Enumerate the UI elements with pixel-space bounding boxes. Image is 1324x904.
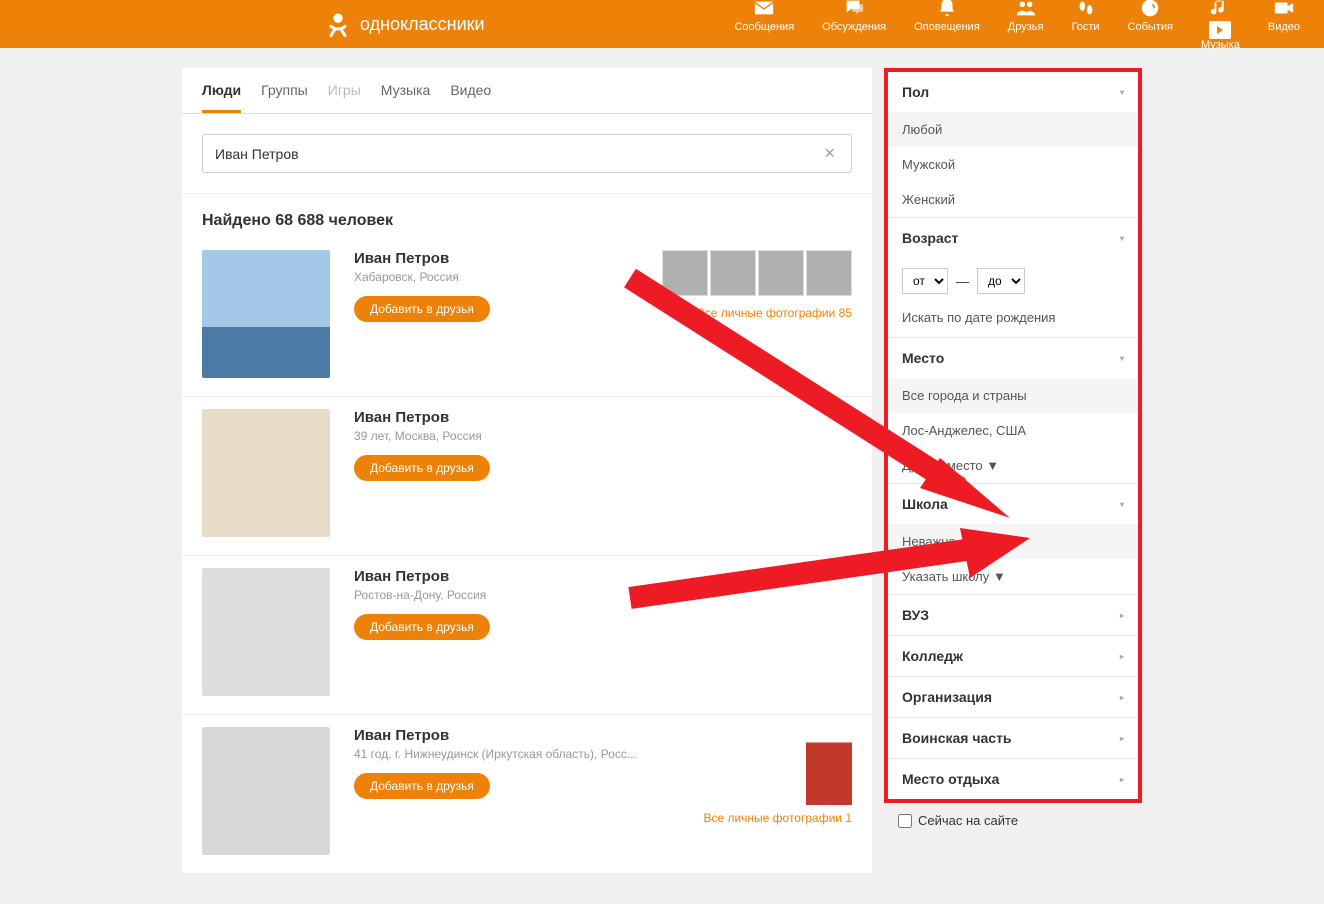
chevron-down-icon: ▾ <box>1120 234 1124 243</box>
result-location: 39 лет, Москва, Россия <box>354 429 852 443</box>
friends-icon <box>1015 0 1037 19</box>
online-now-checkbox[interactable] <box>898 814 912 828</box>
chevron-right-icon: ▸ <box>1120 611 1124 620</box>
logo[interactable]: одноклассники <box>324 10 485 38</box>
online-now-label: Сейчас на сайте <box>918 813 1018 828</box>
tab-music[interactable]: Музыка <box>381 82 431 113</box>
nav-discussions[interactable]: Обсуждения <box>822 0 886 51</box>
filter-school-any[interactable]: Неважно <box>888 524 1138 559</box>
filter-place: Место▾ Все города и страны Лос-Анджелес,… <box>888 338 1138 484</box>
filter-school: Школа▾ Неважно Указать школу ▼ <box>888 484 1138 595</box>
avatar[interactable] <box>202 250 330 378</box>
add-friend-button[interactable]: Добавить в друзья <box>354 296 490 322</box>
photo-thumb[interactable] <box>662 250 708 296</box>
chat-icon <box>843 0 865 19</box>
online-now-checkbox-row: Сейчас на сайте <box>884 803 1142 838</box>
logo-text: одноклассники <box>360 14 485 35</box>
result-name[interactable]: Иван Петров <box>354 727 852 744</box>
nav-video[interactable]: Видео <box>1268 0 1300 51</box>
result-row: Иван Петров 39 лет, Москва, Россия Добав… <box>182 397 872 556</box>
filter-gender: Пол▾ Любой Мужской Женский <box>888 72 1138 218</box>
filter-gender-female[interactable]: Женский <box>888 182 1138 217</box>
add-friend-button[interactable]: Добавить в друзья <box>354 455 490 481</box>
filter-place-head[interactable]: Место▾ <box>888 338 1138 378</box>
tab-video[interactable]: Видео <box>450 82 491 113</box>
nav-music[interactable]: Музыка <box>1201 0 1240 51</box>
search-box: × <box>202 134 852 173</box>
music-play-thumb <box>1209 21 1231 39</box>
footprints-icon <box>1075 0 1097 19</box>
nav-friends[interactable]: Друзья <box>1008 0 1044 51</box>
clear-icon[interactable]: × <box>820 143 839 164</box>
chevron-down-icon: ▾ <box>1120 88 1124 97</box>
result-row: Иван Петров 41 год, г. Нижнеудинск (Ирку… <box>182 715 872 874</box>
filter-school-head[interactable]: Школа▾ <box>888 484 1138 524</box>
result-row: Иван Петров Ростов-на-Дону, Россия Добав… <box>182 556 872 715</box>
top-nav: Сообщения Обсуждения Оповещения Друзья Г… <box>734 0 1300 51</box>
photo-thumb[interactable] <box>806 727 852 805</box>
chevron-right-icon: ▸ <box>1120 693 1124 702</box>
tab-games[interactable]: Игры <box>328 82 361 113</box>
filter-place-all[interactable]: Все города и страны <box>888 378 1138 413</box>
photo-thumb[interactable] <box>710 250 756 296</box>
music-icon <box>1209 0 1231 19</box>
age-from-select[interactable]: от <box>902 268 948 294</box>
filters-sidebar: Пол▾ Любой Мужской Женский Возраст▾ от —… <box>884 68 1142 803</box>
results-heading: Найдено 68 688 человек <box>182 194 872 238</box>
filter-gender-head[interactable]: Пол▾ <box>888 72 1138 112</box>
result-name[interactable]: Иван Петров <box>354 409 852 426</box>
video-icon <box>1273 0 1295 19</box>
age-to-select[interactable]: до <box>977 268 1025 294</box>
tab-groups[interactable]: Группы <box>261 82 308 113</box>
nav-notifications[interactable]: Оповещения <box>914 0 980 51</box>
avatar[interactable] <box>202 727 330 855</box>
search-input[interactable] <box>215 146 820 162</box>
filter-military[interactable]: Воинская часть▸ <box>888 718 1138 759</box>
search-by-dob-link[interactable]: Искать по дате рождения <box>888 304 1138 337</box>
ok-logo-icon <box>324 10 352 38</box>
result-row: Иван Петров Хабаровск, Россия Добавить в… <box>182 238 872 397</box>
avatar[interactable] <box>202 409 330 537</box>
nav-events[interactable]: События <box>1128 0 1173 51</box>
add-friend-button[interactable]: Добавить в друзья <box>354 773 490 799</box>
result-location: 41 год, г. Нижнеудинск (Иркутская област… <box>354 747 852 761</box>
all-photos-link[interactable]: Все личные фотографии 1 <box>703 811 852 825</box>
filter-org[interactable]: Организация▸ <box>888 677 1138 718</box>
filter-vacation[interactable]: Место отдыха▸ <box>888 759 1138 799</box>
chevron-down-icon: ▾ <box>1120 354 1124 363</box>
avatar[interactable] <box>202 568 330 696</box>
filter-college[interactable]: Колледж▸ <box>888 636 1138 677</box>
photo-thumb[interactable] <box>806 250 852 296</box>
chevron-right-icon: ▸ <box>1120 734 1124 743</box>
photo-thumb[interactable] <box>758 250 804 296</box>
bell-icon <box>936 0 958 19</box>
filter-place-la[interactable]: Лос-Анджелес, США <box>888 413 1138 448</box>
chevron-right-icon: ▸ <box>1120 652 1124 661</box>
envelope-icon <box>753 0 775 19</box>
photo-thumbs <box>662 250 852 296</box>
tab-people[interactable]: Люди <box>202 82 241 113</box>
filter-age: Возраст▾ от — до Искать по дате рождения <box>888 218 1138 338</box>
search-tabs: Люди Группы Игры Музыка Видео <box>182 68 872 114</box>
nav-guests[interactable]: Гости <box>1071 0 1099 51</box>
filter-school-specify[interactable]: Указать школу ▼ <box>888 559 1138 594</box>
add-friend-button[interactable]: Добавить в друзья <box>354 614 490 640</box>
chevron-down-icon: ▾ <box>1120 500 1124 509</box>
filter-place-other[interactable]: Другое место ▼ <box>888 448 1138 483</box>
result-location: Ростов-на-Дону, Россия <box>354 588 852 602</box>
top-header: одноклассники Сообщения Обсуждения Опове… <box>0 0 1324 48</box>
filter-gender-any[interactable]: Любой <box>888 112 1138 147</box>
age-dash: — <box>956 274 969 289</box>
nav-messages[interactable]: Сообщения <box>734 0 794 51</box>
search-row: × <box>182 114 872 194</box>
filter-gender-male[interactable]: Мужской <box>888 147 1138 182</box>
calendar-icon <box>1139 0 1161 19</box>
filter-age-head[interactable]: Возраст▾ <box>888 218 1138 258</box>
chevron-right-icon: ▸ <box>1120 775 1124 784</box>
all-photos-link[interactable]: Все личные фотографии 85 <box>697 306 852 320</box>
filter-university[interactable]: ВУЗ▸ <box>888 595 1138 636</box>
main-column: Люди Группы Игры Музыка Видео × Найдено … <box>182 68 872 874</box>
result-name[interactable]: Иван Петров <box>354 568 852 585</box>
